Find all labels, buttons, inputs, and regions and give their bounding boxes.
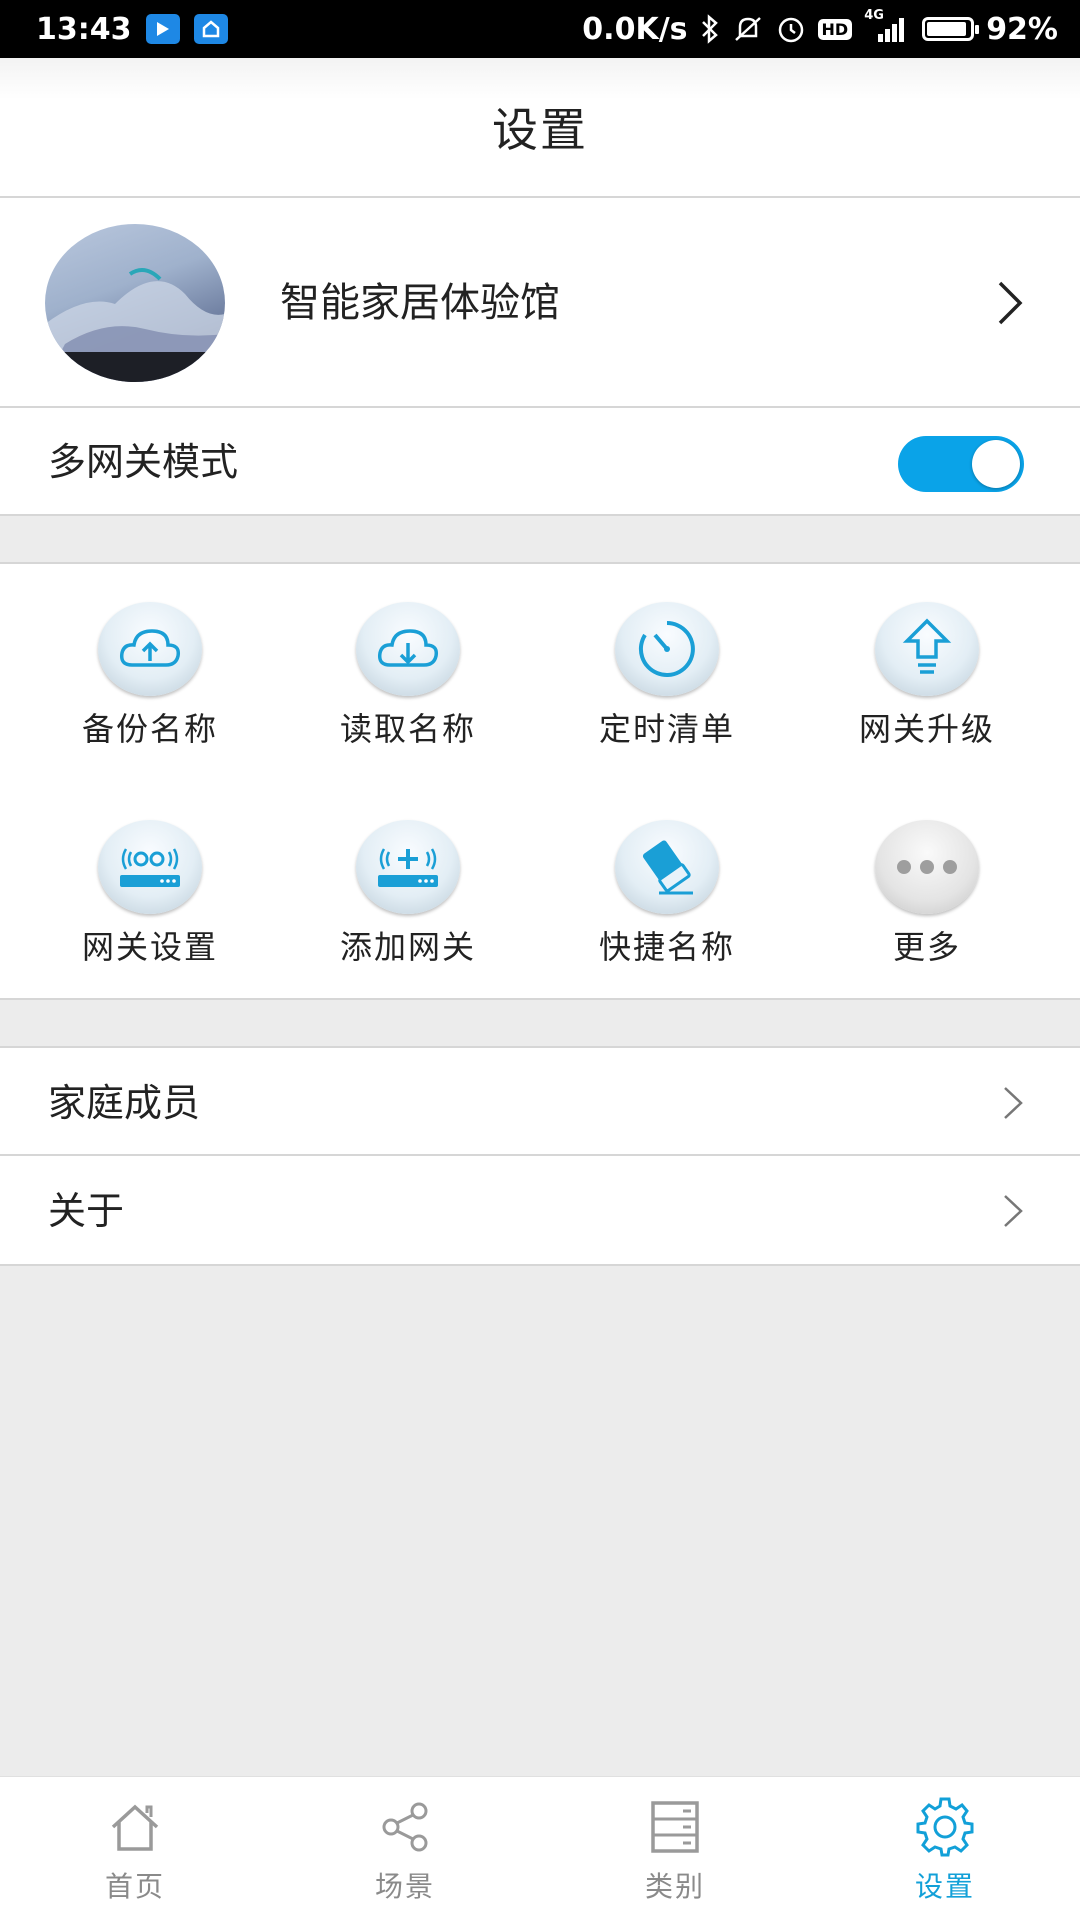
tab-label: 首页 bbox=[104, 1870, 165, 1903]
bottom-tab-bar: 首页 场景 类别 设置 bbox=[0, 1776, 1080, 1921]
multi-gateway-row: 多网关模式 bbox=[0, 408, 1080, 516]
battery-icon bbox=[922, 17, 980, 41]
toggle-knob bbox=[972, 440, 1020, 488]
gear-icon bbox=[916, 1797, 974, 1857]
grid-item-label: 备份名称 bbox=[81, 710, 218, 748]
tab-home[interactable]: 首页 bbox=[0, 1777, 270, 1921]
grid-item-label: 网关设置 bbox=[81, 928, 218, 966]
shortcut-names-button[interactable]: 快捷名称 bbox=[532, 782, 802, 982]
alarm-icon bbox=[776, 14, 806, 44]
bluetooth-icon bbox=[700, 14, 720, 44]
tab-categories[interactable]: 类别 bbox=[540, 1777, 810, 1921]
about-row[interactable]: 关于 bbox=[0, 1156, 1080, 1266]
network-type: 4G bbox=[864, 8, 884, 23]
cloud-download-icon bbox=[356, 602, 460, 696]
mute-bell-icon bbox=[732, 14, 764, 44]
upgrade-arrow-icon bbox=[875, 602, 979, 696]
page-title: 设置 bbox=[492, 103, 588, 157]
function-grid: 备份名称 读取名称 定时清单 网关升级 网关设置 添加网关 快捷名称 更多 bbox=[0, 562, 1080, 1000]
signal-icon: 4G bbox=[864, 8, 910, 44]
hd-label: HD bbox=[821, 19, 849, 39]
chevron-right-icon bbox=[998, 1189, 1028, 1233]
multi-gateway-label: 多网关模式 bbox=[48, 440, 239, 484]
grid-item-label: 添加网关 bbox=[339, 928, 476, 966]
profile-row[interactable]: 智能家居体验馆 bbox=[0, 198, 1080, 408]
about-label: 关于 bbox=[48, 1189, 125, 1233]
grid-item-label: 定时清单 bbox=[598, 710, 735, 748]
tab-label: 类别 bbox=[644, 1870, 705, 1903]
app-notification-icon bbox=[145, 14, 180, 44]
share-nodes-icon bbox=[382, 1802, 428, 1852]
home-app-notification-icon bbox=[193, 14, 228, 44]
grid-item-label: 读取名称 bbox=[339, 710, 476, 748]
add-gateway-button[interactable]: 添加网关 bbox=[273, 782, 543, 982]
tab-label: 场景 bbox=[374, 1870, 435, 1903]
eraser-icon bbox=[615, 820, 719, 914]
home-icon bbox=[111, 1804, 159, 1851]
battery-percent: 92% bbox=[986, 11, 1058, 47]
battery-fill bbox=[927, 22, 967, 36]
read-names-button[interactable]: 读取名称 bbox=[273, 564, 543, 764]
grid-item-label: 网关升级 bbox=[858, 710, 995, 748]
family-members-label: 家庭成员 bbox=[48, 1081, 201, 1125]
family-members-row[interactable]: 家庭成员 bbox=[0, 1046, 1080, 1156]
grid-item-label: 快捷名称 bbox=[598, 928, 735, 966]
profile-name: 智能家居体验馆 bbox=[280, 280, 560, 326]
gateway-upgrade-button[interactable]: 网关升级 bbox=[792, 564, 1062, 764]
more-dots-icon bbox=[875, 820, 979, 914]
chevron-right-icon bbox=[990, 278, 1030, 328]
timer-list-button[interactable]: 定时清单 bbox=[532, 564, 802, 764]
grid-item-label: 更多 bbox=[892, 928, 961, 966]
network-speed: 0.0K/s bbox=[582, 11, 688, 47]
backup-names-button[interactable]: 备份名称 bbox=[15, 564, 285, 764]
gateway-settings-button[interactable]: 网关设置 bbox=[15, 782, 285, 982]
tab-label: 设置 bbox=[914, 1870, 975, 1903]
add-gateway-icon bbox=[356, 820, 460, 914]
title-bar: 设置 bbox=[0, 58, 1080, 198]
cloud-upload-icon bbox=[98, 602, 202, 696]
tab-settings[interactable]: 设置 bbox=[810, 1777, 1080, 1921]
category-list-icon bbox=[651, 1801, 699, 1853]
status-bar: 13:43 0.0K/s HD 4G 92% bbox=[0, 0, 1080, 58]
gateway-settings-icon bbox=[98, 820, 202, 914]
chevron-right-icon bbox=[998, 1081, 1028, 1125]
hd-icon: HD bbox=[817, 18, 853, 40]
more-button[interactable]: 更多 bbox=[792, 782, 1062, 982]
tab-scenes[interactable]: 场景 bbox=[270, 1777, 540, 1921]
timer-icon bbox=[615, 602, 719, 696]
avatar[interactable] bbox=[45, 224, 225, 382]
status-time: 13:43 bbox=[36, 11, 132, 47]
multi-gateway-toggle[interactable] bbox=[898, 436, 1024, 492]
